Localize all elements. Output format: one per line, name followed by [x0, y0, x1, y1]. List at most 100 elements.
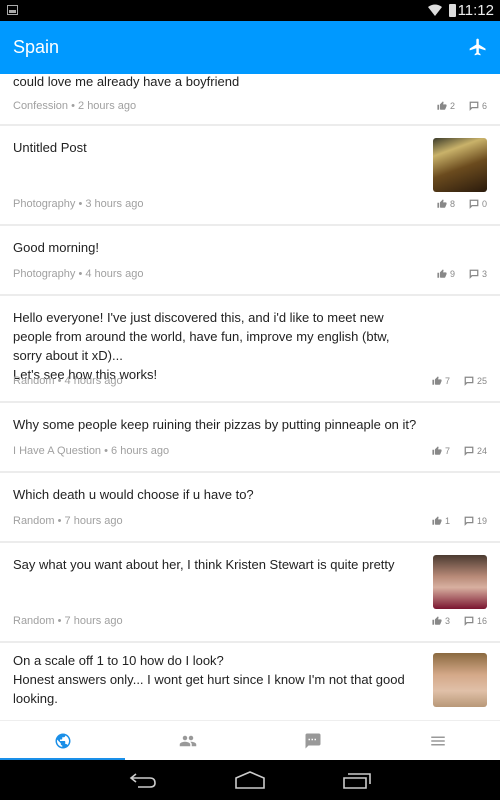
- thumbs-up-icon: [432, 516, 442, 525]
- post-time: 2 hours ago: [78, 100, 137, 112]
- meta-separator: •: [54, 615, 65, 627]
- post-category[interactable]: Random: [13, 515, 55, 527]
- post-meta: Confession • 2 hours ago: [13, 100, 136, 112]
- post-meta: Random • 7 hours ago: [13, 615, 123, 627]
- post-stats: 7 24: [432, 446, 487, 456]
- clock: 11:12: [457, 2, 494, 19]
- globe-icon: [55, 733, 70, 748]
- comment-count: 6: [481, 101, 487, 111]
- comment-icon: [464, 376, 474, 386]
- status-bar: 11:12: [0, 0, 500, 21]
- thumbs-up-icon: [432, 446, 442, 455]
- post-category[interactable]: Random: [13, 375, 55, 387]
- like-count: 7: [444, 376, 450, 386]
- post-stats: 93: [437, 269, 487, 279]
- meta-separator: •: [54, 515, 65, 527]
- airplane-icon[interactable]: [468, 37, 488, 57]
- post-text: could love me already have a boyfriend: [13, 74, 240, 89]
- wifi-icon: [428, 4, 442, 16]
- post-text: Untitled Post: [13, 140, 87, 155]
- post-category[interactable]: Random: [13, 615, 55, 627]
- post-item[interactable]: Untitled Post Photography • 3 hours ago 8 0: [0, 126, 500, 226]
- like-count: 9: [449, 269, 455, 279]
- comment-count: 16: [476, 616, 487, 626]
- like-count: 8: [449, 199, 455, 209]
- post-stats: 1 19: [432, 516, 487, 526]
- post-meta: Photography • 4 hours ago: [13, 268, 143, 280]
- post-stats: 7 25: [432, 376, 487, 386]
- post-stats: 26: [437, 101, 487, 111]
- comment-icon: [464, 616, 474, 626]
- post-meta: Random • 7 hours ago: [13, 515, 123, 527]
- like-count: 1: [444, 516, 450, 526]
- tab-people[interactable]: [125, 721, 250, 760]
- comment-icon: [469, 101, 479, 111]
- comment-icon: [464, 446, 474, 456]
- home-icon[interactable]: [235, 770, 265, 790]
- meta-separator: •: [68, 100, 79, 112]
- post-meta: Photography • 3 hours ago: [13, 198, 143, 210]
- thumbs-up-icon: [437, 269, 447, 278]
- post-item[interactable]: Good morning! Photography • 4 hours ago 9 3: [0, 226, 500, 296]
- post-time: 4 hours ago: [64, 375, 123, 387]
- comment-count: 24: [476, 446, 487, 456]
- post-item[interactable]: On a scale off 1 to 10 how do I look? Ho…: [0, 643, 500, 720]
- post-meta: I Have A Question • 6 hours ago: [13, 445, 169, 457]
- comment-icon: [464, 516, 474, 526]
- post-item[interactable]: Which death u would choose if u have to?…: [0, 473, 500, 543]
- chat-icon: [305, 733, 320, 748]
- post-time: 3 hours ago: [85, 198, 144, 210]
- boardwalk-photo[interactable]: [433, 138, 487, 192]
- recents-icon[interactable]: [342, 770, 372, 790]
- image-notification-icon: [7, 5, 18, 15]
- post-category[interactable]: I Have A Question: [13, 445, 101, 457]
- tab-chat[interactable]: [250, 721, 375, 760]
- like-count: 2: [449, 101, 455, 111]
- thumbs-up-icon: [437, 199, 447, 208]
- post-text: On a scale off 1 to 10 how do I look? Ho…: [13, 653, 405, 706]
- comment-count: 3: [481, 269, 487, 279]
- thumbs-up-icon: [432, 376, 442, 385]
- post-time: 7 hours ago: [64, 615, 123, 627]
- meta-separator: •: [75, 198, 86, 210]
- post-category[interactable]: Photography: [13, 198, 75, 210]
- post-item[interactable]: could love me already have a boyfriend Co…: [0, 74, 500, 126]
- post-time: 7 hours ago: [64, 515, 123, 527]
- comment-count: 19: [476, 516, 487, 526]
- post-feed[interactable]: could love me already have a boyfriend Co…: [0, 74, 500, 720]
- post-category[interactable]: Photography: [13, 268, 75, 280]
- woman-portrait-photo[interactable]: [433, 555, 487, 609]
- comment-icon: [469, 269, 479, 279]
- post-text: Why some people keep ruining their pizza…: [13, 417, 417, 432]
- comment-count: 25: [476, 376, 487, 386]
- meta-separator: •: [101, 445, 112, 457]
- app-bar: Spain: [0, 21, 500, 74]
- comment-count: 0: [481, 199, 487, 209]
- like-count: 3: [444, 616, 450, 626]
- thumbs-up-icon: [432, 616, 442, 625]
- post-item[interactable]: Why some people keep ruining their pizza…: [0, 403, 500, 473]
- post-item[interactable]: Say what you want about her, I think Kri…: [0, 543, 500, 643]
- selfie-photo[interactable]: [433, 653, 487, 707]
- tab-menu[interactable]: [375, 721, 500, 760]
- post-stats: 80: [437, 199, 487, 209]
- post-text: Hello everyone! I've just discovered thi…: [13, 310, 390, 382]
- post-stats: 3 16: [432, 616, 487, 626]
- tab-globe[interactable]: [0, 721, 125, 760]
- post-time: 4 hours ago: [85, 268, 144, 280]
- thumbs-up-icon: [437, 101, 447, 110]
- meta-separator: •: [75, 268, 86, 280]
- post-item[interactable]: Hello everyone! I've just discovered thi…: [0, 296, 500, 403]
- post-text: Which death u would choose if u have to?: [13, 487, 254, 502]
- system-nav-bar: [0, 760, 500, 800]
- people-icon: [179, 735, 196, 746]
- post-text: Say what you want about her, I think Kri…: [13, 557, 395, 572]
- back-icon[interactable]: [128, 770, 158, 790]
- comment-icon: [469, 199, 479, 209]
- post-meta: Random • 4 hours ago: [13, 375, 123, 387]
- bottom-tab-bar: [0, 720, 500, 760]
- post-category[interactable]: Confession: [13, 100, 68, 112]
- post-text: Good morning!: [13, 240, 99, 255]
- post-time: 6 hours ago: [111, 445, 170, 457]
- like-count: 7: [444, 446, 450, 456]
